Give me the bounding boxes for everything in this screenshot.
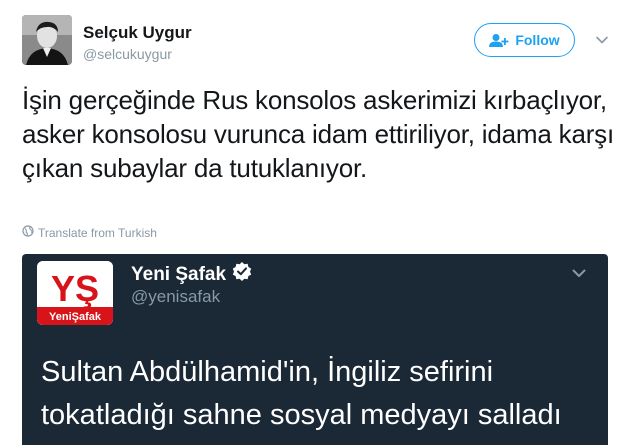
follow-label: Follow: [515, 32, 560, 48]
translate-link[interactable]: Translate from Turkish: [22, 225, 157, 240]
quoted-tweet-text: Sultan Abdülhamid'in, İngiliz sefirini t…: [41, 356, 562, 431]
tweet-text: İşin gerçeğinde Rus konsolos askerimizi …: [22, 85, 614, 183]
quoted-author-name[interactable]: Yeni Şafak: [131, 261, 252, 288]
quoted-tweet[interactable]: YŞ YeniŞafak Yeni Şafak @yenisafak Sulta…: [22, 254, 608, 445]
quoted-author-label: Yeni Şafak: [131, 263, 227, 285]
avatar[interactable]: [22, 15, 72, 65]
yeni-safak-logo: YŞ YeniŞafak: [37, 261, 113, 325]
svg-text:YŞ: YŞ: [51, 268, 99, 309]
verified-badge-icon: [232, 261, 252, 288]
author-name[interactable]: Selçuk Uygur: [83, 23, 192, 43]
chevron-down-icon[interactable]: [594, 32, 610, 48]
quoted-author-handle[interactable]: @yenisafak: [131, 287, 220, 307]
translate-label: Translate from Turkish: [38, 225, 157, 240]
quoted-chevron-down-icon[interactable]: [570, 264, 588, 282]
globe-icon: [22, 225, 34, 240]
add-user-icon: [489, 33, 509, 48]
svg-text:YeniŞafak: YeniŞafak: [49, 311, 102, 323]
avatar-photo: [22, 15, 72, 65]
author-handle[interactable]: @selcukuygur: [83, 46, 172, 62]
tweet-card: Selçuk Uygur @selcukuygur Follow İşin ge…: [0, 0, 635, 445]
follow-button[interactable]: Follow: [474, 23, 575, 57]
